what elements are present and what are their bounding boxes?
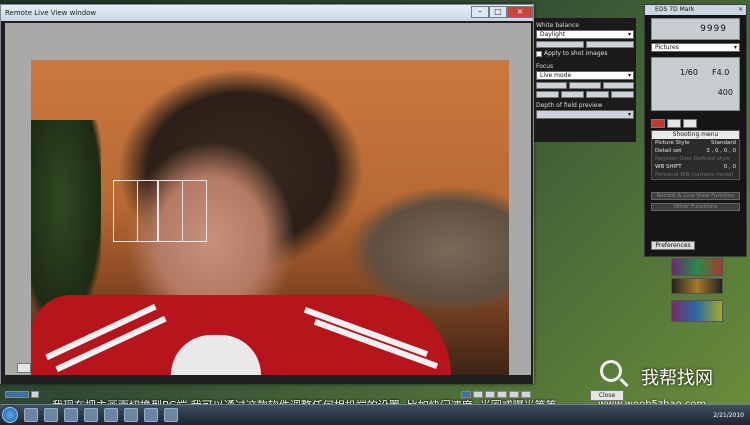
shooting-menu-row[interactable]: Detail set 3 , 0 , 0 , 0 <box>652 147 739 155</box>
grid-button[interactable] <box>31 391 39 398</box>
focus-mode-select[interactable]: Live mode <box>536 71 634 80</box>
eos-tabs <box>651 119 740 128</box>
taskbar-date: 2/21/2010 <box>713 411 744 419</box>
white-balance-label: White balance <box>536 22 579 29</box>
tab-tools-icon[interactable] <box>667 119 681 128</box>
close-icon[interactable]: × <box>507 6 533 18</box>
iso[interactable]: 400 <box>718 88 733 97</box>
focus-step-button[interactable] <box>561 91 584 98</box>
shooting-menu: Shooting menu Picture Style Standard Deta… <box>651 130 740 180</box>
display-mode-button[interactable] <box>5 391 29 398</box>
taskbar-app-icon[interactable] <box>84 408 98 422</box>
desktop-gadget[interactable] <box>671 278 723 294</box>
zoom-indicator-icon[interactable] <box>17 363 31 373</box>
zoom-frame[interactable] <box>157 180 207 242</box>
live-view-titlebar: Remote Live View window – □ × <box>1 5 533 21</box>
taskbar-app-icon[interactable] <box>64 408 78 422</box>
focus-near-button[interactable] <box>536 82 568 89</box>
desktop-gadget[interactable] <box>671 258 723 276</box>
live-view-toolbar <box>1 375 533 384</box>
taskbar-app-icon[interactable] <box>144 408 158 422</box>
watermark-text: 我帮找网 <box>641 368 713 389</box>
live-view-side-panel: White balance Daylight Apply to shot ima… <box>534 18 636 142</box>
eos-title: EOS 7D Mark <box>645 5 746 15</box>
desktop-gadget[interactable] <box>671 300 723 322</box>
dof-label: Depth of field preview <box>536 102 603 109</box>
search-icon <box>600 360 622 382</box>
focus-step-button[interactable] <box>611 91 634 98</box>
aperture[interactable]: F4.0 <box>712 68 729 77</box>
taskbar: 2/21/2010 <box>0 404 750 425</box>
live-view-function-button[interactable]: Record & Live View Function <box>651 192 740 200</box>
eos-utility-panel: EOS 7D Mark 9999 Pictures 1/60 F4.0 400 … <box>644 4 747 257</box>
picture-mode-select[interactable]: Pictures <box>651 43 740 52</box>
window-title: Remote Live View window <box>5 9 97 17</box>
live-view-window: Remote Live View window – □ × <box>0 4 534 398</box>
shutter-speed[interactable]: 1/60 <box>680 68 698 77</box>
wb-eyedropper-icon[interactable] <box>586 41 634 48</box>
apply-to-shot-checkbox[interactable]: Apply to shot images <box>536 50 634 57</box>
preferences-button[interactable]: Preferences <box>651 241 695 250</box>
shots-remaining: 9999 <box>651 18 740 40</box>
live-view-image[interactable] <box>31 60 509 375</box>
focus-step-button[interactable] <box>586 91 609 98</box>
taskbar-app-icon[interactable] <box>44 408 58 422</box>
other-functions-button[interactable]: Other Functions <box>651 203 740 211</box>
shooting-menu-row[interactable]: Picture Style Standard <box>652 139 739 147</box>
af-on-button[interactable] <box>602 82 634 89</box>
plant <box>31 120 101 320</box>
shooting-menu-title: Shooting menu <box>652 131 739 139</box>
live-view-body <box>1 21 533 398</box>
focus-step-button[interactable] <box>536 91 559 98</box>
taskbar-app-icon[interactable] <box>164 408 178 422</box>
tab-camera-icon[interactable] <box>651 119 665 128</box>
taskbar-app-icon[interactable] <box>24 408 38 422</box>
maximize-button[interactable]: □ <box>489 6 507 18</box>
minimize-button[interactable]: – <box>471 6 489 18</box>
tab-settings-icon[interactable] <box>683 119 697 128</box>
dof-preview-button[interactable] <box>536 110 634 119</box>
start-button[interactable] <box>2 407 18 423</box>
window-controls: – □ × <box>471 5 533 21</box>
shooting-menu-row[interactable]: WB SHIFT 0 , 0 <box>652 163 739 171</box>
taskbar-app-icon[interactable] <box>104 408 118 422</box>
taskbar-app-icon[interactable] <box>124 408 138 422</box>
live-view-frame <box>5 23 531 375</box>
focus-label: Focus <box>536 63 554 70</box>
shooting-menu-row: Register User Defined style <box>655 156 731 162</box>
shooting-menu-row: Personal WB (camera mode) <box>655 172 734 178</box>
white-balance-select[interactable]: Daylight <box>536 30 634 39</box>
camera-lcd: 1/60 F4.0 400 <box>651 57 740 111</box>
focus-far-button[interactable] <box>569 82 601 89</box>
wb-click-button[interactable] <box>536 41 584 48</box>
checkbox-box[interactable] <box>536 50 542 57</box>
